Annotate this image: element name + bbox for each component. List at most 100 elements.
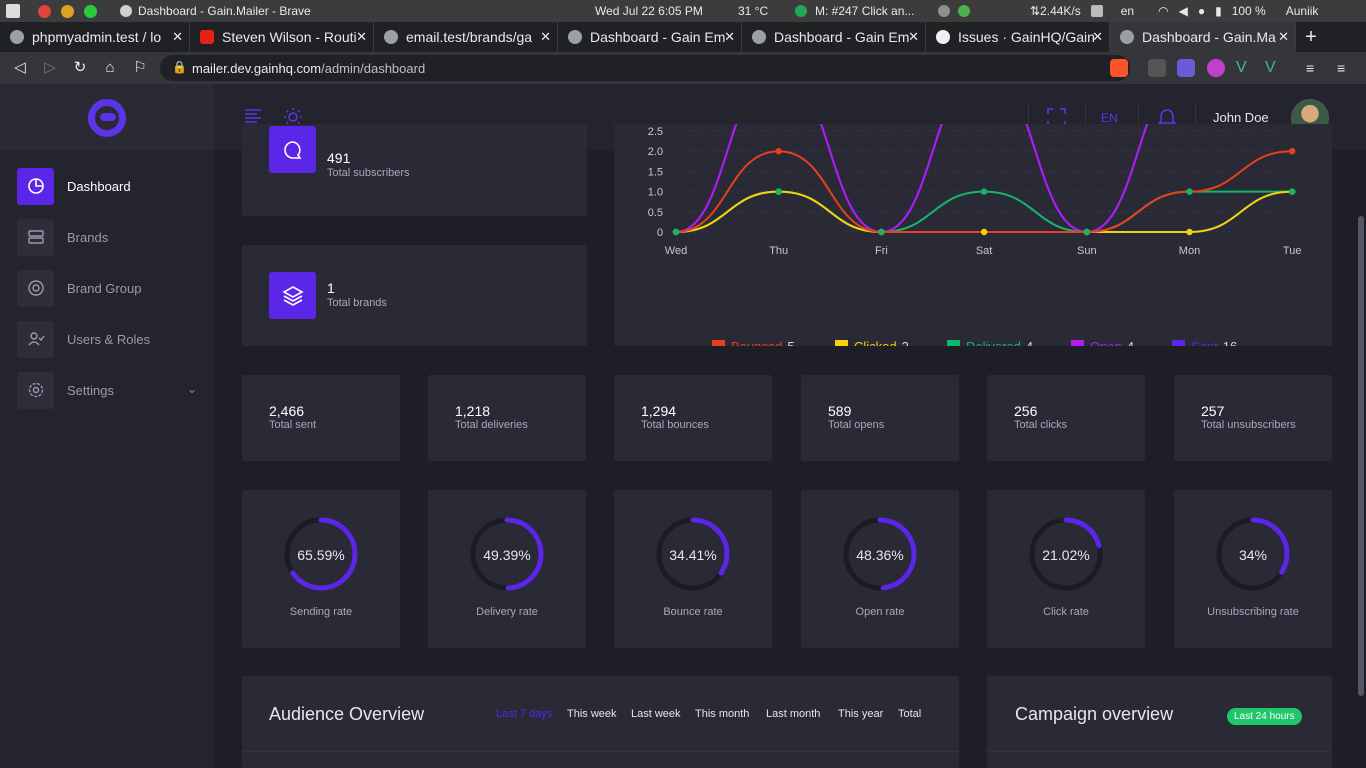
- close-tab-icon[interactable]: ✕: [1278, 29, 1289, 45]
- filter-last-7-days[interactable]: Last 7 days: [496, 708, 552, 720]
- filter-total[interactable]: Total: [898, 708, 921, 720]
- filter-this-week[interactable]: This week: [567, 708, 617, 720]
- extension-icon[interactable]: [1207, 59, 1225, 77]
- menu-icon[interactable]: ≡: [1337, 59, 1355, 77]
- lock-icon[interactable]: 🔒: [172, 60, 187, 74]
- page-scrollbar[interactable]: [1358, 216, 1364, 696]
- mic-icon[interactable]: ●: [1198, 4, 1205, 18]
- os-top-bar: Dashboard - Gain.Mailer - Brave Wed Jul …: [0, 0, 1366, 22]
- home-icon[interactable]: ⌂: [100, 58, 120, 78]
- temperature: 31 °C: [738, 4, 769, 18]
- tab[interactable]: Dashboard - Gain Em ✕: [742, 22, 926, 52]
- volume-icon[interactable]: ◀: [1179, 4, 1188, 18]
- filter-last-week[interactable]: Last week: [631, 708, 681, 720]
- rate-card: 34% Unsubscribing rate: [1174, 490, 1332, 648]
- vue-devtools-icon[interactable]: V: [1265, 59, 1283, 77]
- data-point-bounced: [775, 148, 782, 155]
- legend-item-sent[interactable]: Sent 16: [1172, 339, 1237, 346]
- audience-overview-card: Audience Overview Last 7 days This week …: [242, 676, 959, 768]
- new-tab-button[interactable]: +: [1296, 22, 1326, 52]
- close-tab-icon[interactable]: ✕: [356, 29, 367, 45]
- settings-tray-icon[interactable]: [938, 5, 951, 17]
- sidebar-item-users-roles[interactable]: Users & Roles: [17, 320, 207, 358]
- data-point-delivered: [672, 228, 680, 236]
- data-point-clicked: [1186, 228, 1193, 236]
- tab[interactable]: email.test/brands/ga ✕: [374, 22, 558, 52]
- data-point-delivered: [775, 188, 782, 195]
- close-tab-icon[interactable]: ✕: [724, 29, 735, 45]
- legend-item-delivered[interactable]: Delivered 4: [947, 339, 1033, 346]
- sidebar-item-settings[interactable]: Settings ⌄: [17, 371, 207, 409]
- back-icon[interactable]: ◁: [10, 58, 30, 78]
- legend-item-open[interactable]: Open 4: [1071, 339, 1134, 346]
- brave-icon: [120, 5, 132, 17]
- whatsapp-icon[interactable]: [795, 5, 807, 17]
- language-selector[interactable]: EN: [1101, 111, 1118, 125]
- sidebar-item-dashboard[interactable]: Dashboard: [17, 167, 207, 205]
- legend-item-bounced[interactable]: Bounced 5: [712, 339, 795, 346]
- y-tick-label: 0.5: [648, 207, 663, 219]
- tab[interactable]: Issues · GainHQ/Gain ✕: [926, 22, 1110, 52]
- keyboard-lang[interactable]: en: [1121, 4, 1134, 18]
- window-title-text: Dashboard - Gain.Mailer - Brave: [138, 4, 311, 18]
- vue-devtools-icon[interactable]: V: [1236, 59, 1254, 77]
- data-point-delivered: [878, 228, 885, 236]
- data-point-delivered: [980, 188, 988, 195]
- zoom-extension-icon[interactable]: [1177, 59, 1195, 77]
- filter-this-month[interactable]: This month: [695, 708, 749, 720]
- battery-icon[interactable]: ▮: [1215, 4, 1222, 18]
- tray-left: M: #247 Click an...: [795, 4, 971, 18]
- url-field[interactable]: 🔒 mailer.dev.gainhq.com/admin/dashboard: [160, 55, 1130, 81]
- sidebar-item-brand-group[interactable]: Brand Group: [17, 269, 207, 307]
- x-tick-label: Sat: [976, 245, 993, 257]
- tab[interactable]: Steven Wilson - Routi ✕: [190, 22, 374, 52]
- rate-value: 49.39%: [483, 547, 531, 563]
- clock[interactable]: Wed Jul 22 6:05 PM: [595, 4, 703, 18]
- tab-active[interactable]: Dashboard - Gain.Ma ✕: [1110, 22, 1296, 52]
- close-tab-icon[interactable]: ✕: [1092, 29, 1103, 45]
- window-maximize-icon[interactable]: [84, 4, 97, 18]
- brave-shield-icon[interactable]: [1110, 59, 1128, 77]
- brands-card: 1 Total brands: [242, 245, 587, 346]
- time-range-badge[interactable]: Last 24 hours: [1227, 708, 1302, 725]
- data-point-delivered: [1289, 188, 1296, 195]
- stat-label: Total sent: [269, 419, 317, 431]
- os-user[interactable]: Auniik: [1286, 4, 1319, 18]
- reload-icon[interactable]: ↻: [70, 58, 90, 78]
- close-tab-icon[interactable]: ✕: [172, 29, 183, 45]
- close-tab-icon[interactable]: ✕: [908, 29, 919, 45]
- screenshot-icon[interactable]: [1090, 5, 1103, 17]
- window-minimize-icon[interactable]: [61, 4, 74, 18]
- legend-count: 4: [1026, 339, 1033, 346]
- close-tab-icon[interactable]: ✕: [540, 29, 551, 45]
- wifi-icon[interactable]: ◠: [1158, 4, 1168, 18]
- gain-logo[interactable]: [88, 99, 126, 137]
- stat-value: 257: [1201, 403, 1225, 419]
- user-name[interactable]: John Doe: [1213, 110, 1269, 125]
- legend-label: Sent: [1191, 339, 1218, 346]
- bookmark-icon[interactable]: ⚐: [130, 58, 150, 78]
- stat-card: 1,218 Total deliveries: [428, 375, 586, 461]
- stat-card: 257 Total unsubscribers: [1174, 375, 1332, 461]
- filter-last-month[interactable]: Last month: [766, 708, 820, 720]
- tab[interactable]: Dashboard - Gain Em ✕: [558, 22, 742, 52]
- forward-icon[interactable]: ▷: [40, 58, 60, 78]
- rate-label: Unsubscribing rate: [1207, 606, 1299, 618]
- stat-card: 256 Total clicks: [987, 375, 1145, 461]
- extension-icon[interactable]: [1148, 59, 1166, 77]
- legend-item-clicked[interactable]: Clicked 2: [835, 339, 909, 346]
- subscribers-card: 491 Total subscribers: [242, 124, 587, 216]
- check-tray-icon[interactable]: [958, 5, 971, 17]
- y-tick-label: 2.0: [648, 146, 663, 158]
- notification-text[interactable]: M: #247 Click an...: [815, 4, 914, 18]
- media-icon[interactable]: ≡: [1306, 59, 1324, 77]
- apps-menu-icon[interactable]: [6, 4, 20, 18]
- sidebar-item-brands[interactable]: Brands: [17, 218, 207, 256]
- filter-this-year[interactable]: This year: [838, 708, 883, 720]
- stat-value: 1,294: [641, 403, 677, 419]
- legend-count: 4: [1127, 339, 1134, 346]
- tray-right: ⇅2.44K/s en ◠ ◀ ● ▮ 100 % Auniik: [1030, 4, 1318, 18]
- subscribers-label: Total subscribers: [327, 167, 410, 179]
- tab[interactable]: phpmyadmin.test / lo ✕: [0, 22, 190, 52]
- window-close-icon[interactable]: [38, 4, 51, 18]
